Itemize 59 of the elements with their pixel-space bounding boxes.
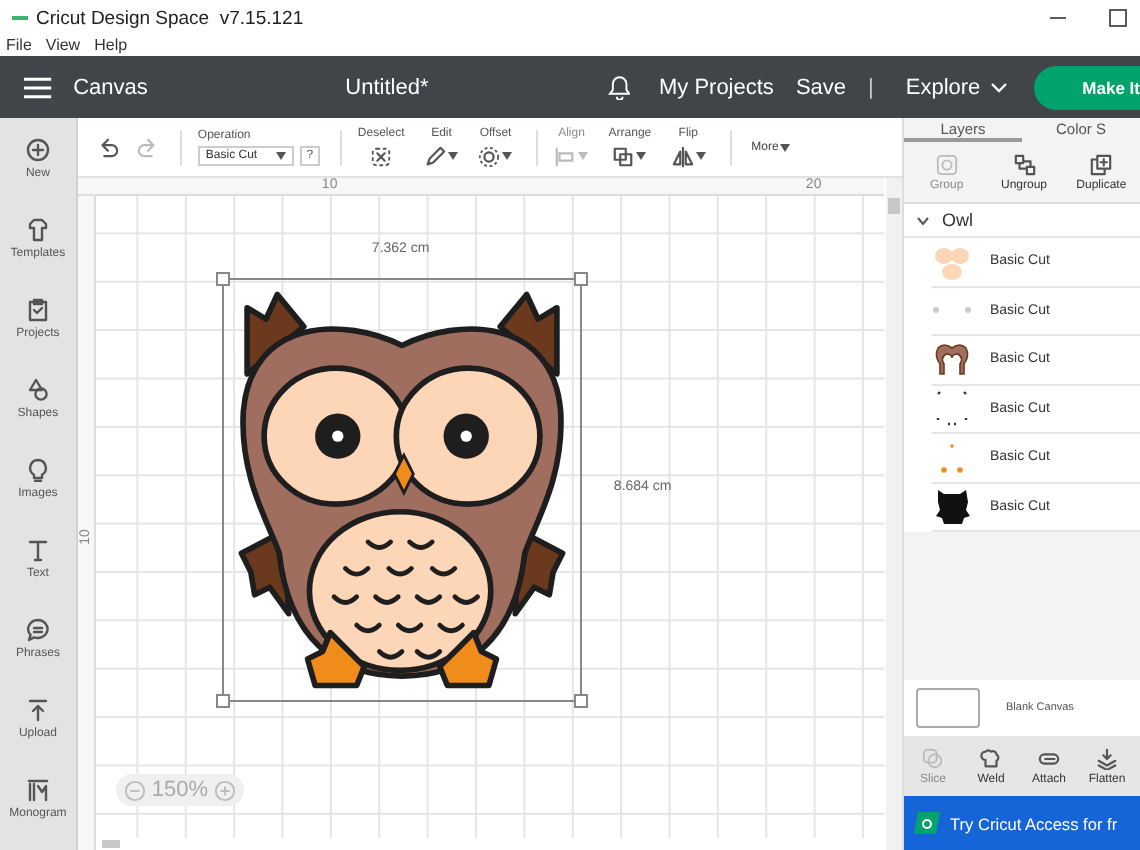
letter-t-icon bbox=[25, 537, 50, 561]
canvas-swatch[interactable] bbox=[916, 688, 980, 728]
group-icon bbox=[935, 153, 958, 175]
plus-circle-icon bbox=[25, 137, 50, 161]
offset-icon bbox=[478, 145, 501, 167]
pencil-icon bbox=[424, 145, 447, 167]
zoom-level: 150% bbox=[151, 778, 209, 802]
caret-icon bbox=[636, 152, 647, 160]
layer-thumbnail bbox=[932, 339, 972, 380]
separator: | bbox=[868, 75, 874, 99]
upload-icon bbox=[25, 697, 50, 721]
resize-handle[interactable] bbox=[215, 272, 230, 286]
caret-icon bbox=[780, 143, 791, 151]
resize-handle[interactable] bbox=[215, 694, 230, 708]
shirt-icon bbox=[25, 217, 50, 241]
layer-thumbnail bbox=[932, 388, 972, 429]
window-title: Cricut Design Space v7.15.121 bbox=[36, 7, 304, 29]
scrollbar[interactable] bbox=[886, 178, 902, 850]
duplicate-icon bbox=[1090, 153, 1113, 175]
section-title: Canvas bbox=[73, 75, 150, 99]
chevron-icon[interactable] bbox=[916, 215, 930, 225]
resize-handle[interactable] bbox=[573, 272, 588, 286]
promo-banner[interactable]: Try Cricut Access for fr bbox=[904, 796, 1140, 850]
project-title: Untitled* bbox=[345, 75, 431, 99]
explore-menu[interactable]: Explore bbox=[905, 75, 1009, 99]
chevron-icon bbox=[990, 81, 1009, 93]
header-link[interactable]: My Projects bbox=[658, 75, 774, 99]
menu-item[interactable]: Help bbox=[94, 36, 128, 56]
bell-icon[interactable] bbox=[607, 74, 631, 100]
tag-icon bbox=[914, 812, 940, 834]
caret-icon bbox=[578, 152, 589, 160]
menu-item[interactable]: View bbox=[45, 36, 81, 56]
menu-icon[interactable] bbox=[24, 75, 52, 99]
flip-icon bbox=[671, 145, 694, 167]
align-icon bbox=[554, 145, 577, 167]
weld-icon bbox=[980, 747, 1002, 769]
caret-icon bbox=[275, 151, 286, 159]
header-link[interactable]: Save bbox=[795, 75, 847, 99]
layer-thumbnail bbox=[932, 306, 972, 315]
resize-handle[interactable] bbox=[573, 694, 588, 708]
scrollbar-thumb[interactable] bbox=[101, 840, 120, 848]
clipboard-icon bbox=[25, 297, 50, 321]
layer-thumbnail bbox=[932, 486, 972, 527]
group-name[interactable]: Owl bbox=[942, 210, 973, 230]
layers-down-icon bbox=[1096, 747, 1118, 769]
deselect-icon bbox=[370, 145, 393, 167]
monogram-icon bbox=[25, 777, 50, 801]
shapes-icon bbox=[25, 377, 50, 401]
caret-icon bbox=[695, 152, 706, 160]
stacked-squares-icon bbox=[612, 145, 635, 167]
maximize-icon[interactable] bbox=[1108, 8, 1128, 28]
speech-bubble-icon bbox=[25, 617, 50, 641]
ungroup-icon bbox=[1013, 153, 1035, 175]
lightbulb-icon bbox=[25, 457, 50, 481]
slice-icon bbox=[922, 747, 944, 769]
paperclip-icon bbox=[1038, 747, 1060, 769]
menu-item[interactable]: File bbox=[6, 36, 32, 56]
caret-icon bbox=[502, 152, 513, 160]
caret-icon bbox=[448, 152, 459, 160]
